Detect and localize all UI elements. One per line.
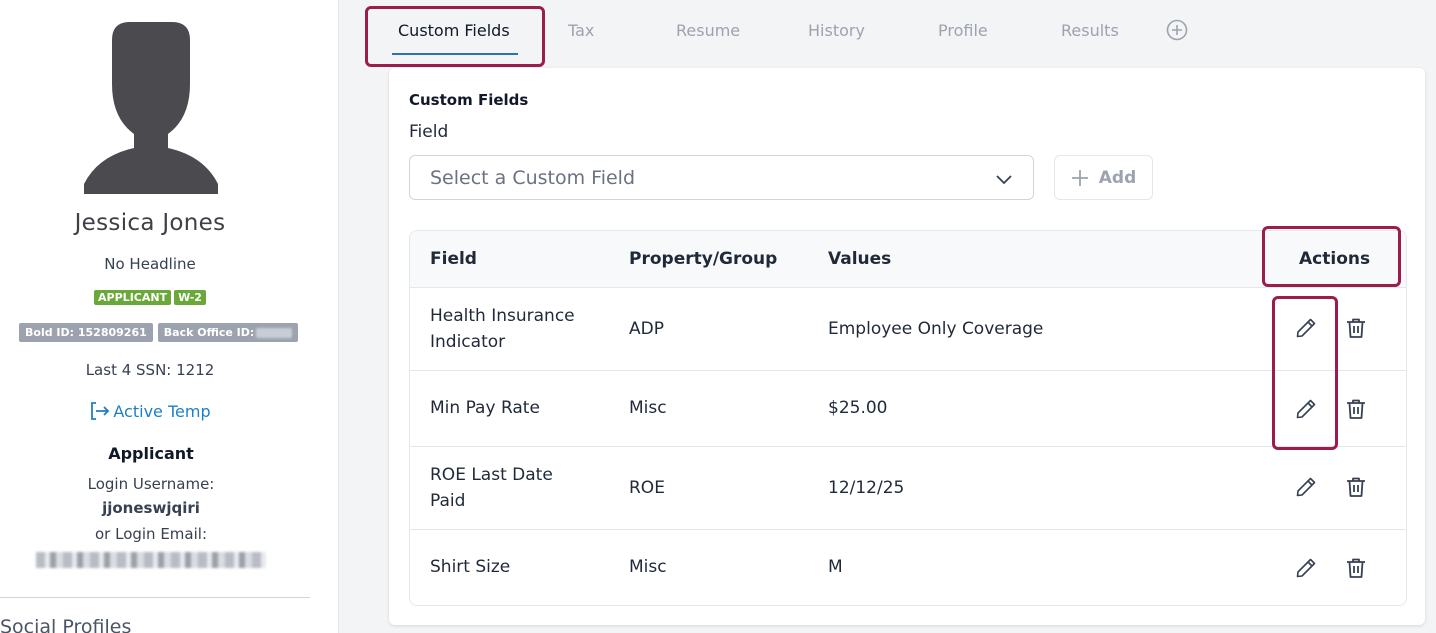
edit-pencil-icon[interactable] (1292, 314, 1320, 342)
redacted-email (36, 552, 266, 568)
role-heading: Applicant (108, 444, 194, 463)
id-badges: Bold ID: 152809261 Back Office ID: (19, 323, 299, 342)
add-button[interactable]: Add (1054, 155, 1153, 200)
profile-name: Jessica Jones (74, 210, 226, 236)
custom-fields-table: Field Property/Group Values Actions Heal… (409, 230, 1407, 606)
status-label: Active Temp (113, 401, 211, 421)
edit-pencil-icon[interactable] (1292, 395, 1320, 423)
plus-icon (1071, 169, 1088, 186)
trash-icon[interactable] (1342, 473, 1370, 501)
trash-icon[interactable] (1342, 314, 1370, 342)
row-property: Misc (629, 557, 667, 577)
social-profiles-heading: Social Profiles (0, 616, 132, 633)
add-label: Add (1098, 167, 1137, 188)
table-header: Field Property/Group Values Actions (410, 231, 1406, 288)
user-avatar-icon (84, 22, 218, 194)
row-field: ROE Last Date Paid (430, 465, 553, 511)
custom-field-select[interactable]: Select a Custom Field (409, 155, 1034, 200)
divider (0, 597, 310, 598)
redacted-value (256, 327, 293, 338)
table-row: ROE Last Date Paid ROE 12/12/25 (410, 447, 1406, 530)
row-value: M (828, 557, 843, 577)
row-property: Misc (629, 398, 667, 418)
active-tab-indicator (392, 53, 518, 55)
tab-history[interactable]: History (808, 21, 865, 40)
column-field: Field (430, 249, 477, 269)
tab-results[interactable]: Results (1061, 21, 1119, 40)
row-field: Min Pay Rate (430, 398, 540, 418)
field-label: Field (409, 122, 449, 142)
edit-pencil-icon[interactable] (1292, 473, 1320, 501)
row-field: Shirt Size (430, 557, 511, 577)
back-office-id-label: Back Office ID: (163, 326, 255, 339)
applicant-badge: APPLICANT (94, 290, 172, 305)
ssn-text: Last 4 SSN: 1212 (85, 361, 215, 379)
select-placeholder: Select a Custom Field (430, 167, 636, 189)
login-email-label: or Login Email: (94, 525, 208, 543)
profile-panel: Jessica Jones No Headline APPLICANT W-2 … (0, 0, 339, 633)
row-value: Employee Only Coverage (828, 319, 1044, 339)
column-actions: Actions (1299, 249, 1371, 269)
edit-pencil-icon[interactable] (1292, 554, 1320, 582)
row-value: $25.00 (828, 398, 888, 418)
row-value: 12/12/25 (828, 478, 905, 498)
status-link[interactable]: Active Temp (0, 400, 300, 422)
tab-bar: Custom Fields Tax Resume History Profile… (365, 0, 1265, 66)
trash-icon[interactable] (1342, 554, 1370, 582)
tag-list: APPLICANT W-2 (0, 290, 300, 305)
table-row: Health Insurance Indicator ADP Employee … (410, 288, 1406, 371)
w2-badge: W-2 (174, 290, 206, 305)
back-office-id-badge: Back Office ID: (157, 323, 299, 342)
tab-profile[interactable]: Profile (938, 21, 988, 40)
column-property: Property/Group (629, 249, 778, 269)
table-row: Min Pay Rate Misc $25.00 (410, 371, 1406, 447)
chevron-down-icon (996, 175, 1012, 185)
add-tab-icon[interactable] (1166, 19, 1188, 41)
trash-icon[interactable] (1342, 395, 1370, 423)
profile-headline: No Headline (104, 255, 196, 273)
card-title: Custom Fields (409, 91, 529, 109)
custom-fields-card: Custom Fields Field Select a Custom Fiel… (389, 68, 1425, 625)
login-username-label: Login Username: (87, 475, 215, 493)
bold-id-badge: Bold ID: 152809261 (19, 323, 153, 342)
row-property: ROE (629, 478, 665, 498)
login-username: jjoneswjqiri (102, 499, 200, 517)
column-values: Values (828, 249, 892, 269)
table-row: Shirt Size Misc M (410, 530, 1406, 605)
row-property: ADP (629, 319, 664, 339)
sign-in-arrow-icon (91, 402, 110, 420)
tab-custom-fields[interactable]: Custom Fields (398, 21, 510, 40)
tab-resume[interactable]: Resume (676, 21, 740, 40)
row-field: Health Insurance Indicator (430, 306, 575, 352)
tab-tax[interactable]: Tax (568, 21, 594, 40)
